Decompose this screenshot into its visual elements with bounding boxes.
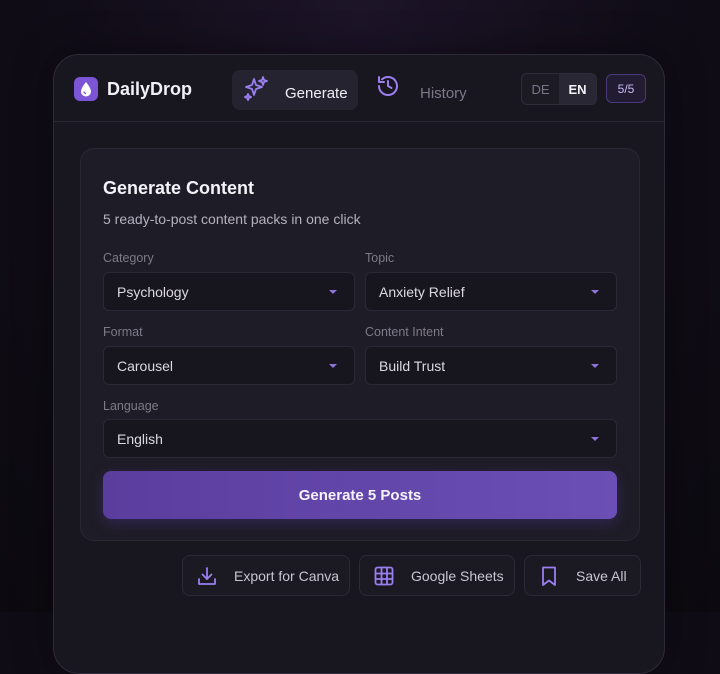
google-sheets-button[interactable]: Google Sheets (359, 555, 515, 596)
topic-select[interactable]: Anxiety Relief (365, 272, 617, 311)
download-icon (196, 565, 218, 587)
intent-value: Build Trust (379, 357, 446, 374)
language-label: Language (103, 399, 159, 413)
tab-generate[interactable]: Generate (232, 70, 358, 110)
chevron-down-icon (591, 436, 599, 441)
chevron-down-icon (591, 289, 599, 294)
language-toggle: DE EN (521, 73, 597, 105)
topic-label: Topic (365, 251, 395, 265)
save-all-button[interactable]: Save All (524, 555, 641, 596)
category-label: Category (103, 251, 154, 265)
category-select[interactable]: Psychology (103, 272, 355, 311)
tab-generate-label: Generate (285, 84, 348, 102)
export-canva-label: Export for Canva (234, 567, 340, 584)
export-canva-button[interactable]: Export for Canva (182, 555, 350, 596)
chevron-down-icon (591, 363, 599, 368)
save-all-label: Save All (576, 567, 627, 584)
header: DailyDrop Generate History DE EN 5/5 (54, 55, 664, 122)
bookmark-icon (538, 565, 560, 587)
generate-posts-button[interactable]: Generate 5 Posts (103, 471, 617, 519)
generate-content-card: Generate Content 5 ready-to-post content… (80, 148, 640, 541)
card-title: Generate Content (103, 178, 255, 198)
tab-history-label: History (420, 84, 467, 102)
card-subtitle: 5 ready-to-post content packs in one cli… (103, 211, 361, 227)
category-value: Psychology (117, 283, 189, 300)
tab-history[interactable]: History (372, 70, 482, 110)
lang-en-button[interactable]: EN (559, 74, 596, 104)
usage-counter-badge: 5/5 (606, 74, 646, 103)
chevron-down-icon (329, 289, 337, 294)
history-icon (376, 74, 400, 102)
topic-value: Anxiety Relief (379, 283, 465, 300)
format-select[interactable]: Carousel (103, 346, 355, 385)
language-select[interactable]: English (103, 419, 617, 458)
language-value: English (117, 430, 163, 447)
drop-logo-icon (74, 77, 98, 101)
intent-select[interactable]: Build Trust (365, 346, 617, 385)
app-window: DailyDrop Generate History DE EN 5/5 Gen… (53, 54, 665, 674)
format-value: Carousel (117, 357, 174, 374)
sparkles-icon (243, 75, 269, 105)
format-label: Format (103, 325, 143, 339)
grid-table-icon (373, 565, 395, 587)
brand[interactable]: DailyDrop (74, 77, 192, 101)
google-sheets-label: Google Sheets (411, 567, 504, 584)
lang-de-button[interactable]: DE (522, 74, 559, 104)
brand-name: DailyDrop (107, 78, 193, 99)
intent-label: Content Intent (365, 325, 444, 339)
chevron-down-icon (329, 363, 337, 368)
